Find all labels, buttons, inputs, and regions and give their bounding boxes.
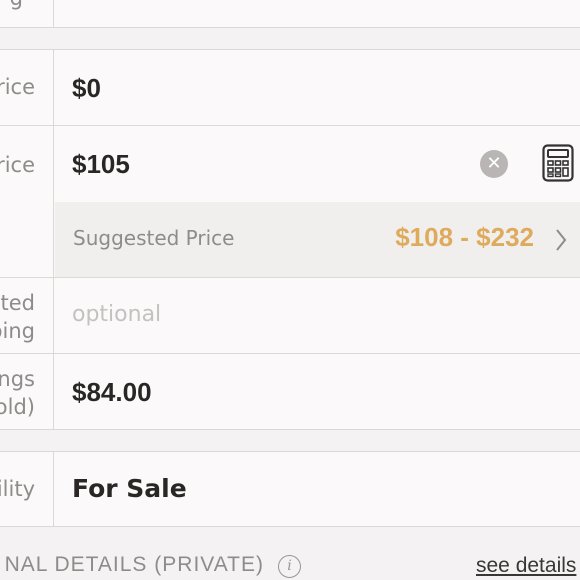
discounted-shipping-row[interactable]: ted ping optional [0, 277, 580, 354]
section-title: NAL DETAILS (PRIVATE) [4, 553, 264, 576]
suggested-price-range: $108 - $232 [395, 222, 534, 252]
discounted-shipping-label-line1: ted [0, 291, 35, 315]
availability-label: ility [0, 477, 35, 501]
chevron-right-icon [556, 229, 567, 251]
original-price-row[interactable]: rice $0 [0, 49, 580, 126]
discounted-shipping-label-line2: ping [0, 319, 35, 343]
clear-icon[interactable]: ✕ [480, 150, 508, 178]
original-price-label-cell: rice [0, 50, 54, 125]
earnings-row: ngs old) $84.00 [0, 353, 580, 430]
listing-price-row[interactable]: rice $105 ✕ Suggested Price $108 - $232 [0, 125, 580, 278]
calculator-icon-svg [542, 144, 574, 182]
listing-form: g rice $0 rice $105 ✕ [0, 0, 580, 580]
suggested-price-label: Suggested Price [73, 226, 235, 250]
availability-label-cell: ility [0, 452, 54, 526]
top-partial-label: g [10, 0, 23, 10]
availability-value[interactable]: For Sale [72, 474, 187, 503]
earnings-value: $84.00 [72, 377, 152, 407]
suggested-price-bar[interactable]: Suggested Price $108 - $232 [55, 202, 580, 277]
discounted-shipping-input[interactable]: optional [72, 302, 161, 327]
listing-price-label: rice [0, 153, 35, 177]
listing-price-label-cell: rice [0, 126, 54, 277]
calculator-icon[interactable] [542, 144, 574, 186]
section-header: NAL DETAILS (PRIVATE) i see details [0, 548, 580, 580]
availability-row[interactable]: ility For Sale [0, 451, 580, 527]
top-partial-label-cell: g [0, 0, 54, 27]
listing-price-input[interactable]: $105 [72, 149, 130, 180]
original-price-label: rice [0, 75, 35, 99]
discounted-shipping-label-cell: ted ping [0, 278, 54, 353]
info-icon[interactable]: i [278, 555, 301, 578]
top-partial-row[interactable]: g [0, 0, 580, 28]
original-price-value[interactable]: $0 [72, 73, 101, 104]
earnings-label-line1: ngs [0, 367, 35, 391]
earnings-label-cell: ngs old) [0, 354, 54, 429]
see-details-link[interactable]: see details [476, 554, 576, 578]
earnings-label-line2: old) [0, 395, 35, 419]
